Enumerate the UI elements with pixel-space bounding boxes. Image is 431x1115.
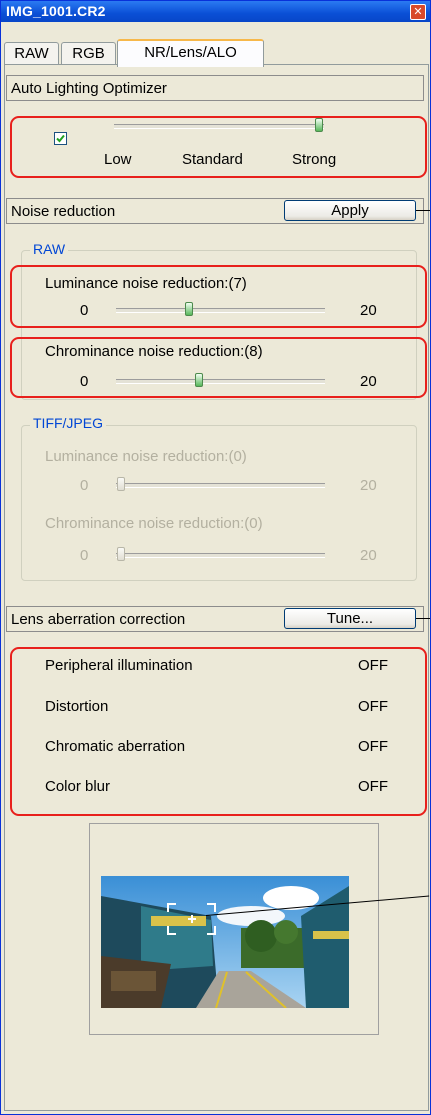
tiff-luminance-max: 20 [360, 477, 377, 494]
raw-luminance-thumb[interactable] [185, 302, 193, 316]
raw-chrominance-track[interactable] [116, 379, 325, 384]
raw-chrominance-min: 0 [80, 373, 89, 390]
tiff-chrominance-thumb[interactable] [117, 547, 125, 561]
lens-item-label: Peripheral illumination [45, 657, 193, 674]
tiff-chrominance-min: 0 [80, 547, 89, 564]
check-icon [56, 134, 65, 143]
raw-luminance-label: Luminance noise reduction:(7) [45, 275, 247, 292]
callout-line [416, 618, 430, 619]
lens-item-value: OFF [358, 738, 388, 755]
lens-item-value: OFF [358, 698, 388, 715]
alo-checkbox[interactable] [54, 132, 67, 145]
tiff-chrominance-max: 20 [360, 547, 377, 564]
tab-nr-lens-alo[interactable]: NR/Lens/ALO [117, 39, 264, 67]
raw-luminance-track[interactable] [116, 308, 325, 313]
alo-slider-thumb[interactable] [315, 118, 323, 132]
alo-slider-track[interactable] [114, 124, 324, 129]
tiff-luminance-label: Luminance noise reduction:(0) [45, 448, 247, 465]
tune-button[interactable]: Tune... [284, 608, 416, 629]
raw-chrominance-max: 20 [360, 373, 377, 390]
lens-item-value: OFF [358, 778, 388, 795]
close-icon[interactable]: ✕ [410, 4, 426, 20]
tab-raw[interactable]: RAW [4, 42, 59, 65]
tiff-luminance-thumb[interactable] [117, 477, 125, 491]
tab-rgb[interactable]: RGB [61, 42, 116, 65]
tiff-chrominance-label: Chrominance noise reduction:(0) [45, 515, 263, 532]
lens-item-value: OFF [358, 657, 388, 674]
raw-group-title: RAW [30, 241, 69, 257]
apply-button[interactable]: Apply [284, 200, 416, 221]
lens-item-label: Chromatic aberration [45, 738, 186, 755]
alo-header: Auto Lighting Optimizer [6, 75, 424, 101]
tiff-luminance-min: 0 [80, 477, 89, 494]
window-title: IMG_1001.CR2 [6, 3, 106, 19]
title-bar[interactable]: IMG_1001.CR2 ✕ [1, 1, 430, 22]
tiff-group-title: TIFF/JPEG [30, 415, 106, 431]
raw-chrominance-label: Chrominance noise reduction:(8) [45, 343, 263, 360]
tiff-chrominance-track[interactable] [116, 553, 325, 558]
raw-luminance-min: 0 [80, 302, 89, 319]
tool-palette-window: IMG_1001.CR2 ✕ RAW RGB NR/Lens/ALO Auto … [0, 0, 431, 1115]
alo-level-low: Low [104, 151, 132, 168]
raw-chrominance-thumb[interactable] [195, 373, 203, 387]
alo-level-strong: Strong [292, 151, 337, 168]
callout-line [416, 210, 430, 211]
alo-level-standard: Standard [182, 151, 243, 168]
tiff-luminance-track[interactable] [116, 483, 325, 488]
lens-item-label: Color blur [45, 778, 111, 795]
lens-item-label: Distortion [45, 698, 109, 715]
raw-luminance-max: 20 [360, 302, 377, 319]
preview-image[interactable] [101, 876, 349, 1008]
